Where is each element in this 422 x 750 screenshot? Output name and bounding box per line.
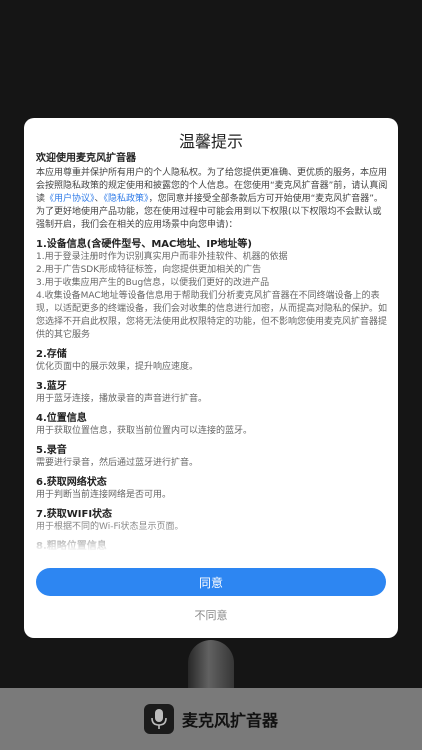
intro-text-2: ，您同意并接受全部条款后方可开始使用“麦克风扩音器”。 (148, 194, 383, 204)
app-name: 麦克风扩音器 (181, 711, 278, 730)
content-fade (24, 518, 398, 566)
permission-description: 用于获取位置信息，获取当前位置内可以连接的蓝牙。 (36, 426, 253, 436)
permission-description: 4.收集设备MAC地址等设备信息用于帮助我们分析麦克风扩音器在不同终端设备上的表… (36, 291, 388, 340)
disagree-button[interactable]: 不同意 (36, 603, 386, 627)
permission-description: 用于蓝牙连接，播放录音的声音进行扩音。 (36, 394, 208, 404)
welcome-text: 欢迎使用麦克风扩音器 (36, 153, 136, 164)
intro-paragraph: 本应用尊重并保护所有用户的个人隐私权。为了给您提供更准确、更优质的服务，本应用会… (36, 167, 388, 206)
permissions-intro: 为了更好地使用产品功能，您在使用过程中可能会用到以下权限(以下权限均不会默认或强… (36, 207, 382, 230)
privacy-policy-link[interactable]: 《隐私政策》 (104, 194, 149, 204)
user-agreement-link[interactable]: 《用户协议》 (45, 194, 95, 204)
permission-description: 用于判断当前连接网络是否可用。 (36, 490, 172, 500)
permission-title: 2.存储 (36, 349, 67, 360)
dialog-title: 温馨提示 (178, 132, 243, 151)
dialog-content[interactable]: 欢迎使用麦克风扩音器 本应用尊重并保护所有用户的个人隐私权。为了给您提供更准确、… (36, 152, 388, 564)
microphone-icon (143, 704, 174, 734)
permission-description: 3.用于收集应用产生的Bug信息，以便我们更好的改进产品 (36, 278, 270, 288)
privacy-dialog: 温馨提示 欢迎使用麦克风扩音器 本应用尊重并保护所有用户的个人隐私权。为了给您提… (24, 118, 398, 638)
permission-description: 1.用于登录注册时作为识别真实用户而非外挂软件、机器的依据 (36, 252, 288, 262)
permission-description: 优化页面中的展示效果，提升响应速度。 (36, 362, 199, 372)
permission-description: 需要进行录音，然后通过蓝牙进行扩音。 (36, 458, 199, 468)
permission-title: 6.获取网络状态 (36, 477, 107, 488)
microphone-icon-svg (151, 709, 167, 729)
permission-sections: 1.设备信息(含硬件型号、MAC地址、IP地址等) 1.用于登录注册时作为识别真实… (36, 238, 388, 564)
permission-title: 1.设备信息(含硬件型号、MAC地址、IP地址等) (36, 239, 252, 250)
permission-title: 3.蓝牙 (36, 381, 67, 392)
agree-button[interactable]: 同意 (36, 568, 386, 596)
permission-title: 5.录音 (36, 445, 67, 456)
permission-title: 4.位置信息 (36, 413, 87, 424)
permission-description: 2.用于广告SDK形成特征标签，向您提供更加相关的广告 (36, 265, 262, 275)
intro-and: 、 (94, 194, 104, 204)
app-bar: 麦克风扩音器 (0, 688, 422, 750)
